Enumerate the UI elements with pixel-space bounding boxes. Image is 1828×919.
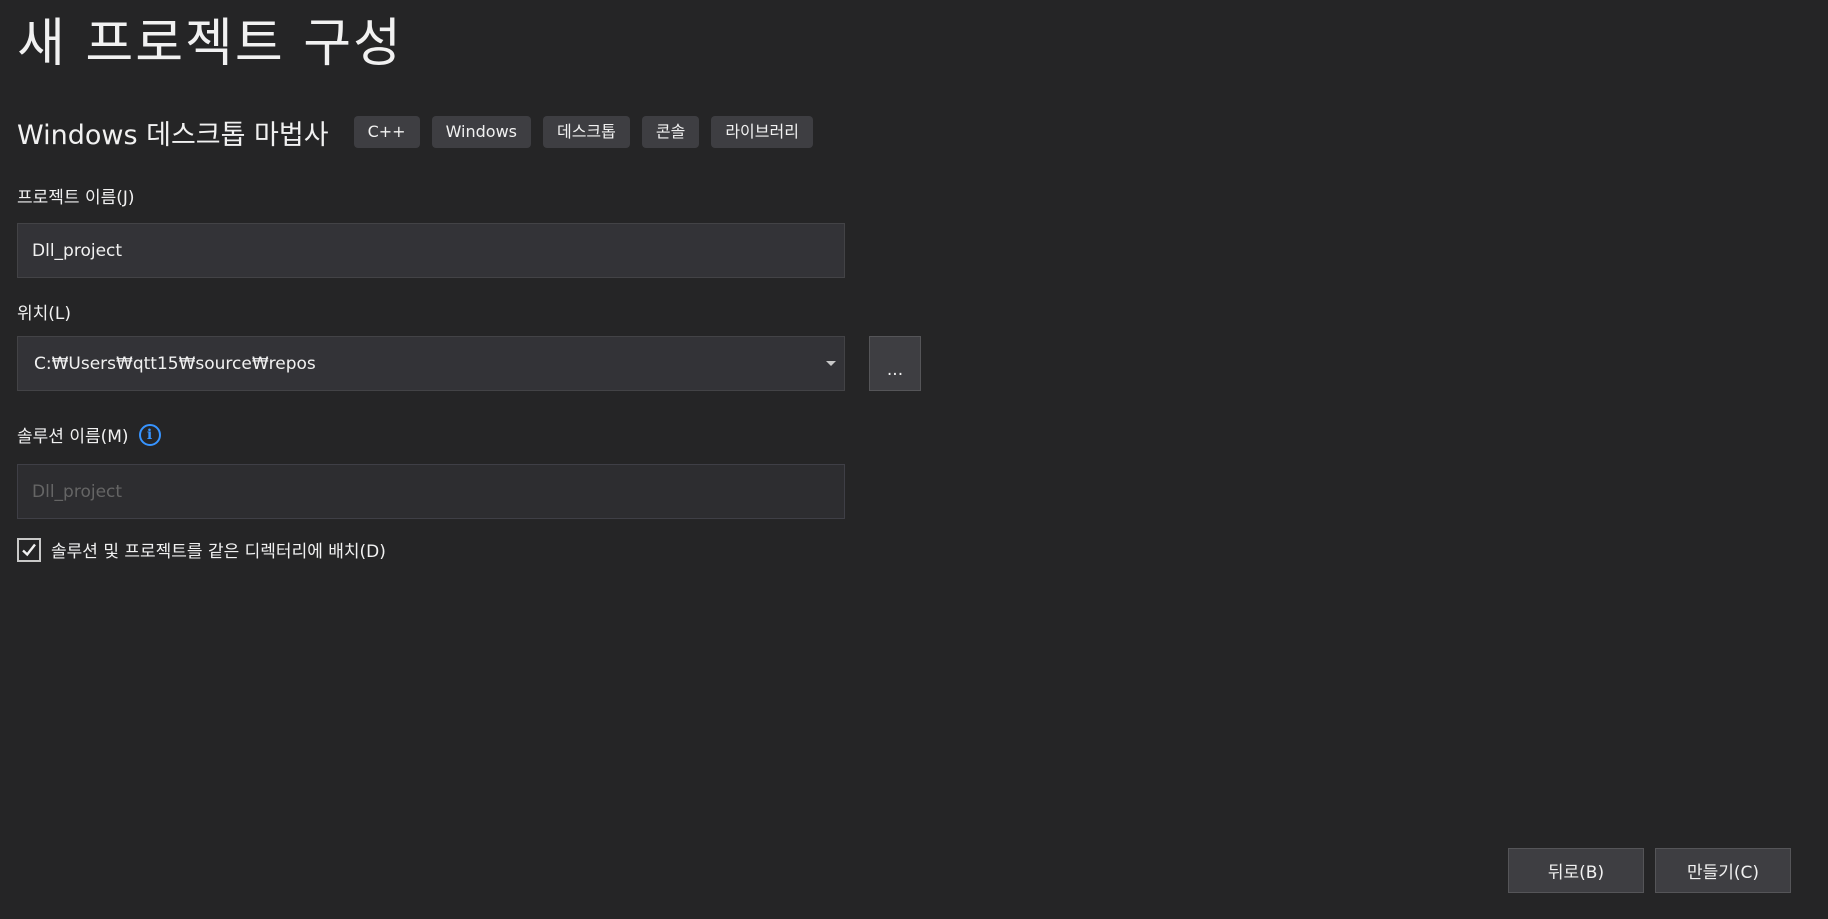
location-label: 위치(L) — [17, 304, 72, 324]
create-button[interactable]: 만들기(C) — [1655, 848, 1791, 893]
solution-name-input[interactable]: Dll_project — [17, 464, 845, 519]
same-directory-label: 솔루션 및 프로젝트를 같은 디렉터리에 배치(D) — [51, 542, 386, 562]
browse-button[interactable]: ... — [869, 336, 921, 391]
chevron-down-icon[interactable] — [826, 360, 836, 366]
project-name-label: 프로젝트 이름(J) — [17, 188, 135, 208]
page-title: 새 프로젝트 구성 — [17, 14, 403, 74]
template-header: Windows 데스크톱 마법사 C++ Windows 데스크톱 콘솔 라이브… — [17, 113, 825, 151]
back-button-label: 뒤로(B) — [1547, 863, 1605, 883]
browse-button-label: ... — [886, 360, 904, 380]
solution-name-label-row: 솔루션 이름(M) i — [17, 422, 161, 447]
tag-library: 라이브러리 — [711, 116, 813, 148]
tag-windows: Windows — [431, 116, 531, 148]
checkmark-icon — [22, 543, 36, 556]
tag-cpp: C++ — [353, 116, 420, 148]
same-directory-checkbox[interactable] — [17, 537, 41, 562]
project-name-value: Dll_project — [32, 240, 123, 261]
tag-console: 콘솔 — [641, 116, 700, 148]
location-value: C:₩Users₩qtt15₩source₩repos — [34, 353, 316, 374]
create-button-label: 만들기(C) — [1686, 863, 1760, 883]
project-name-input[interactable]: Dll_project — [17, 223, 845, 278]
tag-desktop: 데스크톱 — [542, 116, 630, 148]
template-name: Windows 데스크톱 마법사 — [17, 119, 329, 151]
info-icon[interactable]: i — [138, 423, 161, 446]
same-directory-option[interactable]: 솔루션 및 프로젝트를 같은 디렉터리에 배치(D) — [17, 537, 386, 562]
back-button[interactable]: 뒤로(B) — [1508, 848, 1644, 893]
location-combobox[interactable]: C:₩Users₩qtt15₩source₩repos — [17, 336, 845, 391]
solution-name-label: 솔루션 이름(M) — [17, 427, 129, 447]
solution-name-placeholder: Dll_project — [32, 481, 123, 502]
